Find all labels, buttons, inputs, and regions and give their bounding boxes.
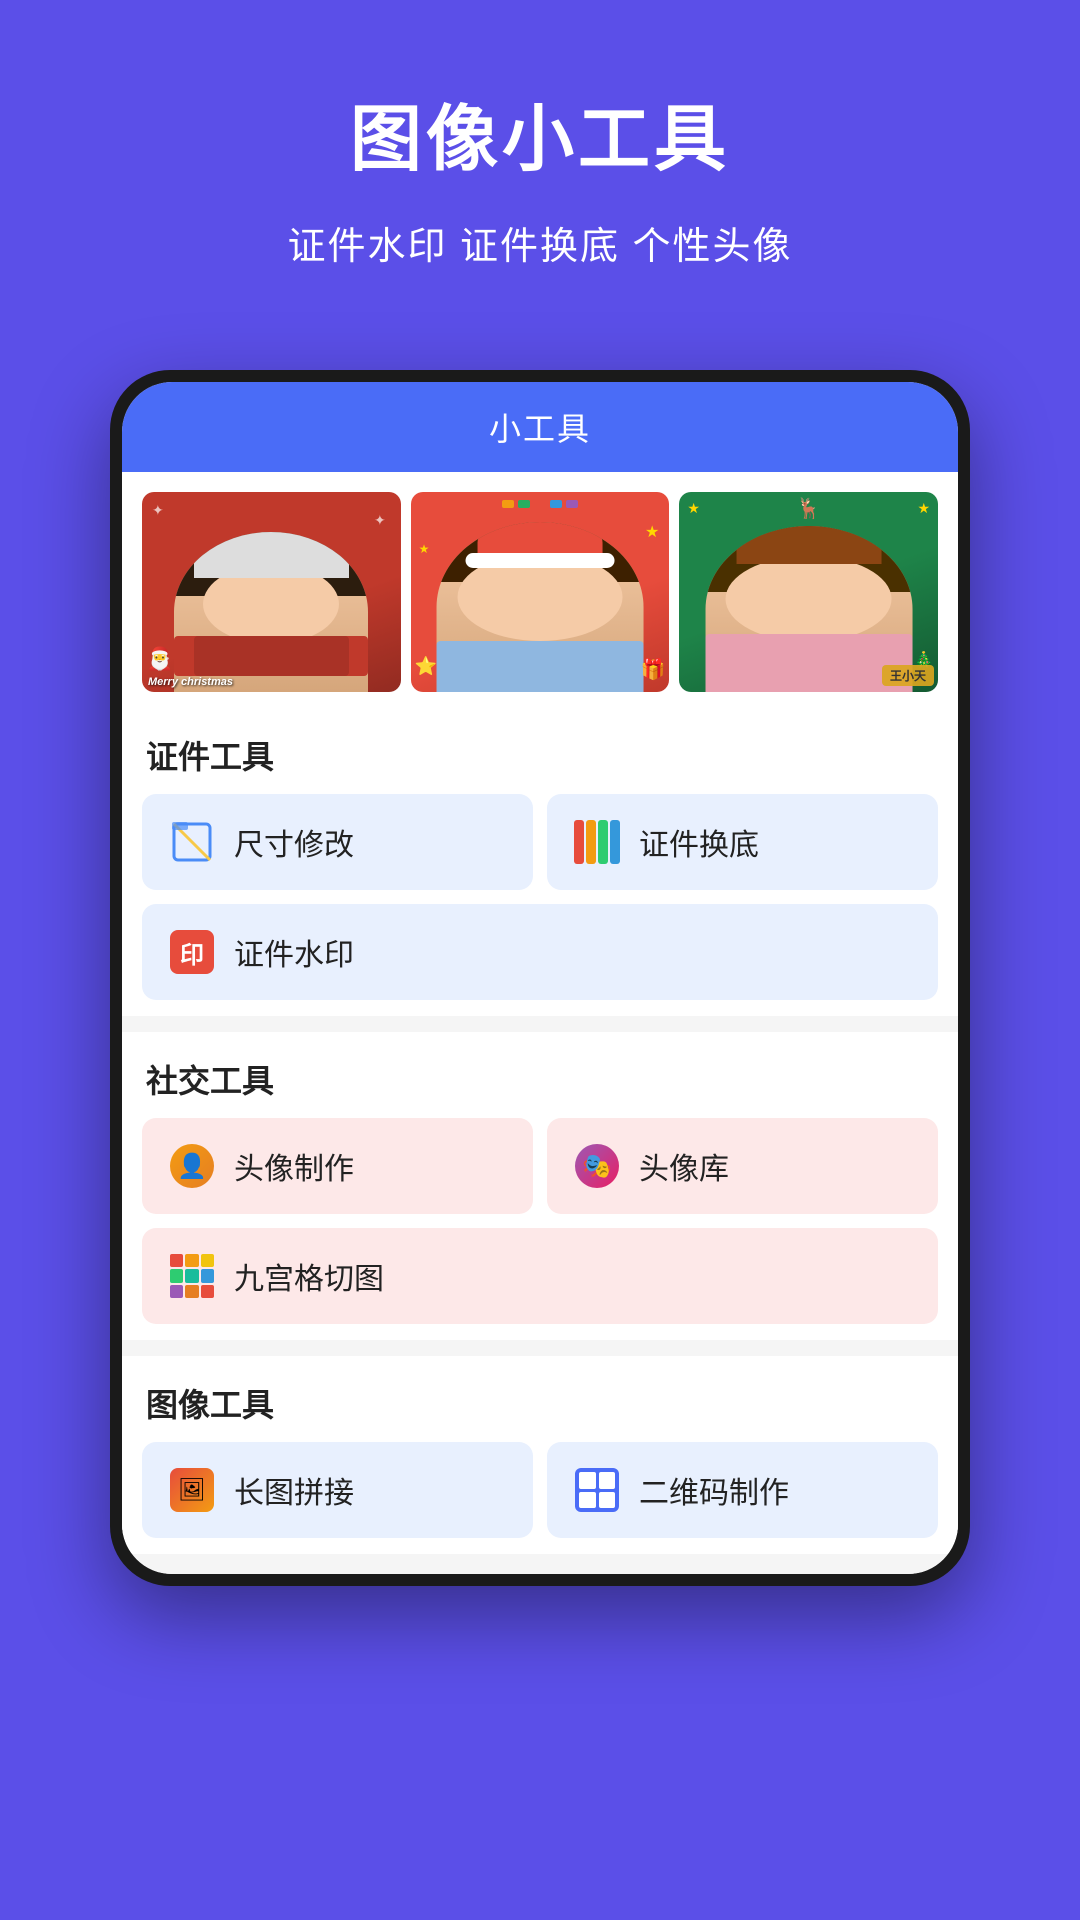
banner-card-2[interactable]: ★ ★ [411,492,670,692]
social-tools-section: 社交工具 👤 头像制作 🎭 头像库 [122,1032,958,1340]
phone-content: ✦ ✦ [122,472,958,1574]
grid9-icon [166,1250,218,1302]
tool-avatar-make-label: 头像制作 [234,1144,354,1188]
tool-qrcode[interactable]: 二维码制作 [547,1442,938,1538]
tool-qrcode-label: 二维码制作 [639,1468,789,1512]
tool-long-img[interactable]: 🖼 长图拼接 [142,1442,533,1538]
tool-grid-cut-label: 九宫格切图 [234,1254,384,1298]
stamp-icon: 印 [166,926,218,978]
avatar-icon: 👤 [166,1140,218,1192]
palette-icon [571,816,623,868]
topbar-label: 小工具 [489,411,591,447]
cert-tools-section: 证件工具 尺寸修改 [122,708,958,1016]
app-title: 图像小工具 [40,80,1040,185]
phone-inner: 小工具 ✦ ✦ [122,382,958,1574]
tool-avatar-make[interactable]: 👤 头像制作 [142,1118,533,1214]
social-tools-title: 社交工具 [122,1032,958,1118]
longimg-icon: 🖼 [166,1464,218,1516]
ruler-icon [166,816,218,868]
cert-tools-title: 证件工具 [122,708,958,794]
tool-resize[interactable]: 尺寸修改 [142,794,533,890]
tool-avatar-lib-label: 头像库 [639,1144,729,1188]
image-tools-title: 图像工具 [122,1356,958,1442]
banner-row: ✦ ✦ [122,472,958,708]
social-tools-grid: 👤 头像制作 🎭 头像库 [122,1118,958,1324]
avatar2-icon: 🎭 [571,1140,623,1192]
tool-resize-label: 尺寸修改 [234,820,354,864]
cert-tools-grid: 尺寸修改 证件换底 [122,794,958,1000]
tool-long-img-label: 长图拼接 [234,1468,354,1512]
tool-watermark-label: 证件水印 [234,930,354,974]
banner-1-text: Merry christmas [148,676,233,688]
image-tools-grid: 🖼 长图拼接 二维码制作 [122,1442,958,1538]
phone-frame: 小工具 ✦ ✦ [110,370,970,1586]
app-subtitle: 证件水印 证件换底 个性头像 [40,215,1040,270]
banner-card-1[interactable]: ✦ ✦ [142,492,401,692]
banner-card-3[interactable]: 🦌 ★ ★ [679,492,938,692]
banner-3-tag: 王小天 [882,665,934,686]
tool-avatar-lib[interactable]: 🎭 头像库 [547,1118,938,1214]
tool-watermark[interactable]: 印 证件水印 [142,904,938,1000]
image-tools-section: 图像工具 🖼 长图拼接 [122,1356,958,1554]
tool-grid-cut[interactable]: 九宫格切图 [142,1228,938,1324]
qrcode-icon [571,1464,623,1516]
phone-topbar: 小工具 [122,382,958,472]
tool-change-bg-label: 证件换底 [639,820,759,864]
tool-change-bg[interactable]: 证件换底 [547,794,938,890]
header-section: 图像小工具 证件水印 证件换底 个性头像 [0,0,1080,330]
